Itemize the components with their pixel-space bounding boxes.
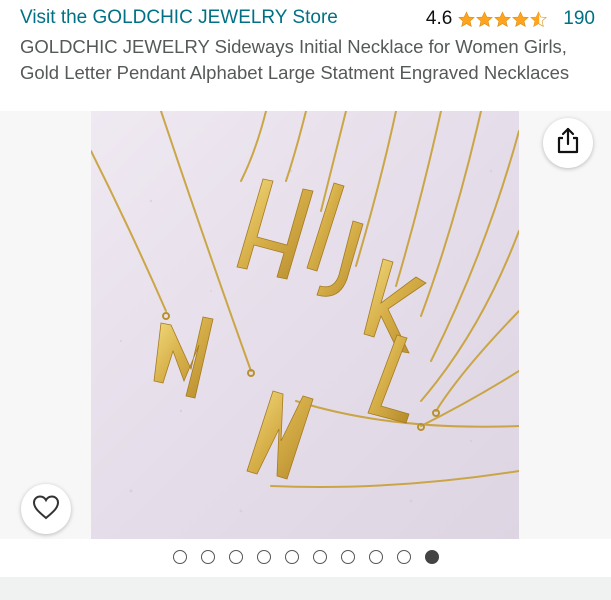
pagination-dot[interactable] (256, 550, 271, 564)
pagination-dot[interactable] (396, 550, 411, 564)
pagination-dot[interactable] (312, 550, 327, 564)
image-pagination (0, 545, 611, 569)
pagination-dot[interactable] (200, 550, 215, 564)
product-title: GOLDCHIC JEWELRY Sideways Initial Neckla… (20, 36, 570, 83)
image-gallery[interactable] (0, 111, 611, 539)
wishlist-button[interactable] (21, 484, 71, 534)
share-icon (555, 127, 581, 160)
pagination-dot-active[interactable] (424, 550, 439, 564)
rating-value: 4.6 (425, 8, 453, 29)
star-full-icon (494, 10, 512, 28)
star-full-icon (512, 10, 530, 28)
heart-icon (31, 493, 61, 526)
share-button[interactable] (543, 118, 593, 168)
pagination-dot[interactable] (340, 550, 355, 564)
pagination-dot[interactable] (284, 550, 299, 564)
star-rating (458, 10, 548, 28)
star-full-icon (458, 10, 476, 28)
store-link[interactable]: Visit the GOLDCHIC JEWELRY Store (20, 7, 338, 29)
pagination-dot[interactable] (172, 550, 187, 564)
star-full-icon (476, 10, 494, 28)
store-rating-row: Visit the GOLDCHIC JEWELRY Store 4.6 190 (20, 4, 595, 34)
product-photo[interactable] (91, 111, 519, 539)
review-count-link[interactable]: 190 (563, 8, 595, 30)
rating-summary[interactable]: 4.6 190 (426, 7, 595, 31)
star-half-icon (530, 10, 548, 28)
pagination-dot[interactable] (368, 550, 383, 564)
section-divider (0, 577, 611, 600)
product-page: Visit the GOLDCHIC JEWELRY Store 4.6 190… (0, 0, 611, 600)
pagination-dot[interactable] (228, 550, 243, 564)
